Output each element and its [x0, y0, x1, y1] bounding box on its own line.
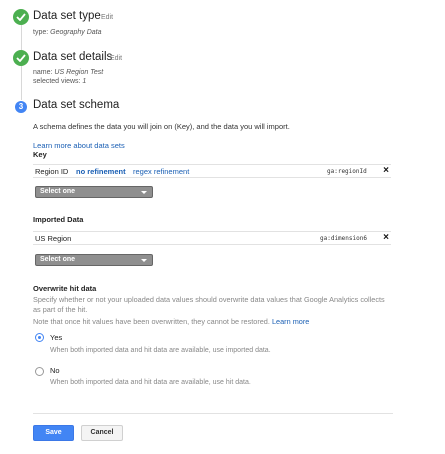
key-field-name: Region ID: [35, 167, 69, 176]
step-connector: [21, 66, 22, 100]
imported-field-name: US Region: [35, 234, 72, 243]
imported-select-dropdown[interactable]: Select one: [35, 254, 153, 266]
key-section-label: Key: [33, 150, 47, 159]
yes-radio-label[interactable]: Yes: [50, 333, 62, 342]
edit-data-set-type-link[interactable]: Edit: [101, 14, 113, 21]
remove-imported-icon[interactable]: ×: [383, 232, 389, 243]
key-row: Region ID no refinement regex refinement…: [33, 164, 391, 178]
step-detail: type: Geography Data: [33, 29, 102, 36]
select-placeholder: Select one: [40, 188, 76, 195]
overwrite-section-label: Overwrite hit data: [33, 284, 97, 293]
step-connector: [21, 25, 22, 51]
key-select-dropdown[interactable]: Select one: [35, 186, 153, 198]
step-title-data-set-type: Data set type: [33, 10, 101, 22]
key-field-code: ga:regionId: [327, 168, 367, 175]
chevron-down-icon: [141, 191, 147, 194]
learn-more-overwrite-link[interactable]: Learn more: [272, 317, 309, 326]
yes-radio-description: When both imported data and hit data are…: [50, 347, 271, 354]
save-button[interactable]: Save: [33, 425, 74, 441]
no-refinement-option[interactable]: no refinement: [76, 167, 126, 176]
remove-key-icon[interactable]: ×: [383, 165, 389, 176]
overwrite-note: Note that once hit values have been over…: [33, 317, 270, 326]
overwrite-description: as part of the hit.: [33, 305, 88, 314]
step-title-data-set-schema: Data set schema: [33, 99, 120, 111]
imported-data-row: US Region ga:dimension6 ×: [33, 231, 391, 245]
no-radio-description: When both imported data and hit data are…: [50, 379, 251, 386]
divider: [33, 413, 393, 414]
check-icon: [13, 9, 29, 25]
imported-data-section-label: Imported Data: [33, 215, 84, 224]
cancel-button[interactable]: Cancel: [81, 425, 123, 441]
step-detail: selected views: 1: [33, 78, 87, 85]
chevron-down-icon: [141, 259, 147, 262]
learn-more-data-sets-link[interactable]: Learn more about data sets: [33, 141, 125, 150]
step-title-data-set-details: Data set details: [33, 51, 113, 63]
check-icon: [13, 50, 29, 66]
step-number-badge: 3: [15, 101, 27, 113]
imported-field-code: ga:dimension6: [320, 235, 367, 242]
edit-data-set-details-link[interactable]: Edit: [110, 55, 122, 62]
no-radio[interactable]: [35, 367, 44, 376]
step-detail: name: US Region Test: [33, 69, 104, 76]
select-placeholder: Select one: [40, 256, 76, 263]
regex-refinement-option[interactable]: regex refinement: [133, 167, 189, 176]
yes-radio[interactable]: [35, 333, 44, 342]
overwrite-description: Specify whether or not your uploaded dat…: [33, 295, 385, 304]
schema-description: A schema defines the data you will join …: [33, 122, 290, 131]
no-radio-label[interactable]: No: [50, 366, 60, 375]
